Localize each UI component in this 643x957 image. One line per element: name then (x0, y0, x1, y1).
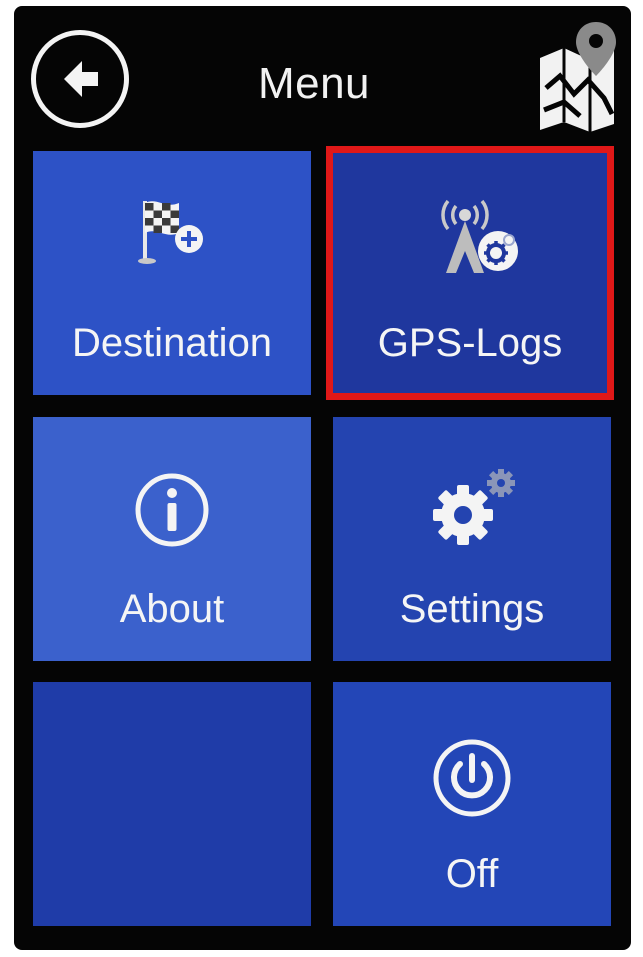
page-title: Menu (257, 59, 371, 108)
device-screen: Menu Destination GPS-Logs About Settings… (14, 6, 631, 950)
destination-label: Destination (71, 321, 273, 365)
power-icon (333, 736, 611, 820)
back-button[interactable] (31, 30, 129, 128)
checkered-flag-plus-icon (33, 195, 311, 267)
destination-tile[interactable]: Destination (33, 151, 311, 395)
off-tile[interactable]: Off (333, 682, 611, 926)
empty-tile (33, 682, 311, 926)
settings-tile[interactable]: Settings (333, 417, 611, 661)
about-label: About (119, 587, 225, 631)
gps-logs-tile[interactable]: GPS-Logs (333, 153, 607, 393)
about-tile[interactable]: About (33, 417, 311, 661)
gps-logs-label: GPS-Logs (377, 321, 563, 365)
map-button[interactable] (534, 18, 624, 134)
gears-icon (333, 467, 611, 549)
header-bar: Menu (14, 6, 631, 146)
arrow-left-icon (64, 61, 98, 97)
gps-antenna-gear-icon (333, 193, 607, 277)
settings-label: Settings (399, 587, 545, 631)
info-icon (33, 471, 311, 549)
map-pin-icon (540, 22, 616, 132)
off-label: Off (445, 852, 499, 896)
